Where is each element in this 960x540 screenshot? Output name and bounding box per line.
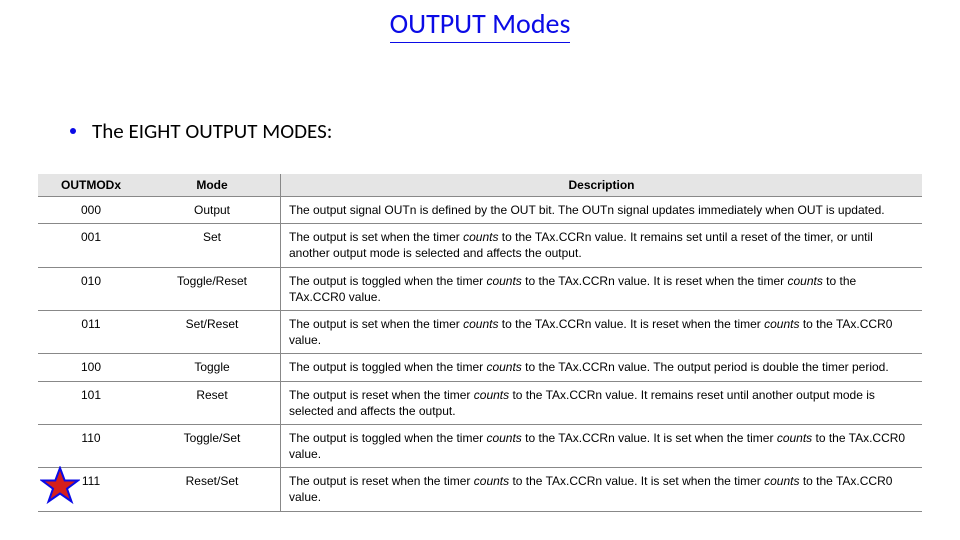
- slide: OUTPUT Modes The EIGHT OUTPUT MODES: OUT…: [0, 0, 960, 540]
- output-modes-table-wrap: OUTMODx Mode Description 000 Output The …: [38, 174, 922, 512]
- bullet-text: The EIGHT OUTPUT MODES:: [92, 118, 332, 144]
- cell-mode: Toggle/Reset: [144, 267, 281, 310]
- cell-code: 110: [38, 424, 144, 467]
- table-row: 001 Set The output is set when the timer…: [38, 224, 922, 267]
- cell-mode: Toggle/Set: [144, 424, 281, 467]
- table-row: 111 Reset/Set The output is reset when t…: [38, 468, 922, 511]
- th-desc: Description: [281, 174, 923, 197]
- cell-code: 101: [38, 381, 144, 424]
- table-row: 110 Toggle/Set The output is toggled whe…: [38, 424, 922, 467]
- cell-code: 100: [38, 354, 144, 381]
- output-modes-table: OUTMODx Mode Description 000 Output The …: [38, 174, 922, 512]
- table-row: 000 Output The output signal OUTn is def…: [38, 197, 922, 224]
- cell-mode: Reset/Set: [144, 468, 281, 511]
- star-icon: [40, 466, 80, 506]
- cell-desc: The output is toggled when the timer cou…: [281, 354, 923, 381]
- cell-desc: The output is reset when the timer count…: [281, 381, 923, 424]
- cell-desc: The output is toggled when the timer cou…: [281, 424, 923, 467]
- table-row: 100 Toggle The output is toggled when th…: [38, 354, 922, 381]
- table-header-row: OUTMODx Mode Description: [38, 174, 922, 197]
- th-outmod: OUTMODx: [38, 174, 144, 197]
- cell-desc: The output is set when the timer counts …: [281, 310, 923, 353]
- cell-code: 001: [38, 224, 144, 267]
- bullet-line: The EIGHT OUTPUT MODES:: [70, 118, 332, 144]
- cell-mode: Set: [144, 224, 281, 267]
- cell-desc: The output signal OUTn is defined by the…: [281, 197, 923, 224]
- bullet-icon: [70, 128, 76, 134]
- cell-desc: The output is set when the timer counts …: [281, 224, 923, 267]
- cell-code: 010: [38, 267, 144, 310]
- cell-mode: Set/Reset: [144, 310, 281, 353]
- cell-desc: The output is reset when the timer count…: [281, 468, 923, 511]
- cell-code: 011: [38, 310, 144, 353]
- slide-title-text: OUTPUT Modes: [390, 6, 571, 43]
- cell-mode: Output: [144, 197, 281, 224]
- th-mode: Mode: [144, 174, 281, 197]
- cell-mode: Reset: [144, 381, 281, 424]
- cell-code: 000: [38, 197, 144, 224]
- cell-desc: The output is toggled when the timer cou…: [281, 267, 923, 310]
- slide-title: OUTPUT Modes: [0, 6, 960, 41]
- cell-mode: Toggle: [144, 354, 281, 381]
- table-row: 101 Reset The output is reset when the t…: [38, 381, 922, 424]
- table-row: 011 Set/Reset The output is set when the…: [38, 310, 922, 353]
- table-row: 010 Toggle/Reset The output is toggled w…: [38, 267, 922, 310]
